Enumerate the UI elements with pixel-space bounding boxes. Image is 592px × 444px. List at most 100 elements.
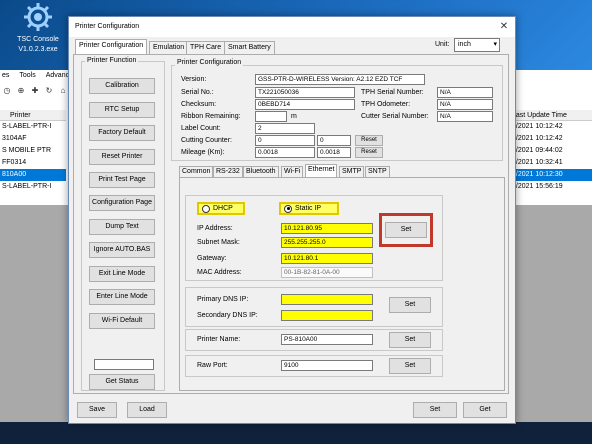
checksum-field: 0BEBD714 <box>255 99 355 110</box>
tph-serial-field: N/A <box>437 87 493 98</box>
ip-address-field[interactable]: 10.121.80.95 <box>281 223 373 234</box>
tab-sntp[interactable]: SNTP <box>365 166 390 177</box>
tab-emulation[interactable]: Emulation <box>149 41 189 54</box>
configuration-page-button[interactable]: Configuration Page <box>89 195 155 211</box>
set-dns-button[interactable]: Set <box>389 297 431 313</box>
list-item-time: 7/2021 10:12:42 <box>512 135 563 142</box>
tab-wifi[interactable]: Wi-Fi <box>281 166 304 177</box>
list-item-time: 6/2021 15:56:19 <box>512 183 563 190</box>
unit-select[interactable]: inch ▾ <box>454 38 500 52</box>
ribbon-unit-label: m <box>291 113 297 120</box>
refresh-icon[interactable]: ↻ <box>44 86 54 96</box>
serial-label: Serial No.: <box>181 89 214 96</box>
desktop-icon-label-2: V1.0.2.3.exe <box>18 46 58 53</box>
printer-name-label: Printer Name: <box>197 336 241 343</box>
cutter-serial-field: N/A <box>437 111 493 122</box>
unit-label: Unit: <box>435 41 450 48</box>
raw-port-label: Raw Port: <box>197 362 228 369</box>
desktop-icon-label-1: TSC Console <box>17 36 59 43</box>
reset-cutting-button[interactable]: Reset <box>355 135 383 146</box>
tph-odometer-label: TPH Odometer: <box>361 101 411 108</box>
bg-list-header-time[interactable]: Last Update Time <box>506 110 592 121</box>
label-count-field: 2 <box>255 123 315 134</box>
mileage-field-1: 0.0018 <box>255 147 315 158</box>
ip-address-label: IP Address: <box>197 225 233 232</box>
wifi-default-button[interactable]: Wi-Fi Default <box>89 313 155 329</box>
list-item[interactable]: 3104AF <box>0 133 66 145</box>
gear-icon <box>24 3 52 31</box>
tab-smtp[interactable]: SMTP <box>339 166 365 177</box>
load-button[interactable]: Load <box>127 402 167 418</box>
static-ip-radio[interactable] <box>284 204 292 213</box>
primary-dns-field[interactable] <box>281 294 373 305</box>
tab-smart-battery[interactable]: Smart Battery <box>224 41 275 54</box>
print-test-page-button[interactable]: Print Test Page <box>89 172 155 188</box>
subnet-mask-field[interactable]: 255.255.255.0 <box>281 237 373 248</box>
static-ip-label: Static IP <box>295 205 322 212</box>
add-icon[interactable]: ✚ <box>30 86 40 96</box>
list-item-selected[interactable]: 810A00 <box>0 169 66 181</box>
mac-address-field: 00-1B-82-81-0A-00 <box>281 267 373 278</box>
printer-function-title: Printer Function <box>85 57 139 64</box>
gateway-field[interactable]: 10.121.80.1 <box>281 253 373 264</box>
tab-tph-care[interactable]: TPH Care <box>186 41 226 54</box>
exit-line-mode-button[interactable]: Exit Line Mode <box>89 266 155 282</box>
set-raw-port-button[interactable]: Set <box>389 358 431 374</box>
get-button[interactable]: Get <box>463 402 507 418</box>
save-button[interactable]: Save <box>77 402 117 418</box>
cutting-counter-field-2: 0 <box>317 135 351 146</box>
tsc-console-desktop-icon[interactable]: TSC Console V1.0.2.3.exe <box>8 2 68 58</box>
reset-printer-button[interactable]: Reset Printer <box>89 149 155 165</box>
bg-menu-item[interactable]: es <box>2 72 9 82</box>
dhcp-option[interactable]: DHCP <box>197 202 245 215</box>
list-item[interactable]: S MOBILE PTR <box>0 145 66 157</box>
set-button[interactable]: Set <box>413 402 457 418</box>
rtc-setup-button[interactable]: RTC Setup <box>89 102 155 118</box>
tab-printer-configuration[interactable]: Printer Configuration <box>75 39 148 55</box>
gateway-label: Gateway: <box>197 255 227 262</box>
home-icon[interactable]: ⌂ <box>58 86 68 96</box>
dialog-title: Printer Configuration <box>69 17 515 37</box>
set-ip-button[interactable]: Set <box>385 222 427 238</box>
tab-common[interactable]: Common <box>179 166 214 177</box>
tab-rs232[interactable]: RS-232 <box>213 166 243 177</box>
dhcp-radio[interactable] <box>202 204 210 213</box>
get-status-button[interactable]: Get Status <box>89 374 155 390</box>
serial-field: TX221050036 <box>255 87 355 98</box>
dump-text-button[interactable]: Dump Text <box>89 219 155 235</box>
cutting-counter-field-1: 0 <box>255 135 315 146</box>
static-ip-option[interactable]: Static IP <box>279 202 339 215</box>
bg-menu-item[interactable]: Tools <box>19 72 35 82</box>
set-printer-name-button[interactable]: Set <box>389 332 431 348</box>
factory-default-button[interactable]: Factory Default <box>89 125 155 141</box>
ignore-autobas-button[interactable]: Ignore AUTO.BAS <box>89 242 155 258</box>
status-field <box>94 359 154 370</box>
bg-list-header-printer[interactable]: Printer <box>0 110 66 121</box>
cutting-counter-label: Cutting Counter: <box>181 137 232 144</box>
printer-configuration-dialog: Printer Configuration ✕ Printer Configur… <box>68 16 516 424</box>
clock-icon[interactable]: ◷ <box>2 86 12 96</box>
enter-line-mode-button[interactable]: Enter Line Mode <box>89 289 155 305</box>
taskbar <box>0 422 592 444</box>
raw-port-field[interactable]: 9100 <box>281 360 373 371</box>
target-icon[interactable]: ⊕ <box>16 86 26 96</box>
cutter-serial-label: Cutter Serial Number: <box>361 113 429 120</box>
secondary-dns-field[interactable] <box>281 310 373 321</box>
reset-mileage-button[interactable]: Reset <box>355 147 383 158</box>
tph-odometer-field: N/A <box>437 99 493 110</box>
list-item-time-selected: 7/2021 10:12:30 <box>506 169 592 181</box>
dhcp-label: DHCP <box>213 205 233 212</box>
primary-dns-label: Primary DNS IP: <box>197 296 249 303</box>
mileage-label: Mileage (Km): <box>181 149 225 156</box>
tab-ethernet[interactable]: Ethernet <box>305 164 338 177</box>
list-item[interactable]: S-LABEL-PTR-I <box>0 121 66 133</box>
calibration-button[interactable]: Calibration <box>89 78 155 94</box>
list-item[interactable]: FF0314 <box>0 157 66 169</box>
background-toolbar: ◷ ⊕ ✚ ↻ ⌂ <box>0 84 68 98</box>
printer-name-field[interactable]: PS-810A00 <box>281 334 373 345</box>
background-menu-bar: es Tools Advance <box>0 72 73 82</box>
close-icon[interactable]: ✕ <box>497 20 511 34</box>
tab-bluetooth[interactable]: Bluetooth <box>243 166 279 177</box>
ribbon-remaining-label: Ribbon Remaining: <box>181 113 241 120</box>
list-item[interactable]: S-LABEL-PTR-I <box>0 181 66 193</box>
